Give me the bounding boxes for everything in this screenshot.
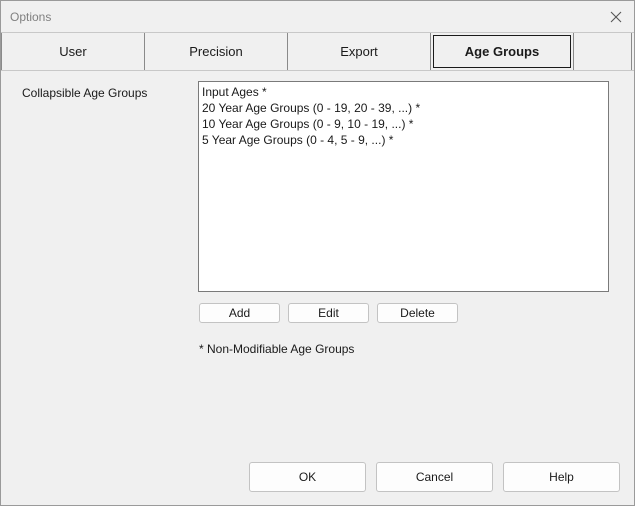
age-groups-listbox[interactable]: Input Ages * 20 Year Age Groups (0 - 19,… xyxy=(198,81,609,292)
cancel-button[interactable]: Cancel xyxy=(376,462,493,492)
age-groups-list: Input Ages * 20 Year Age Groups (0 - 19,… xyxy=(199,82,608,148)
close-icon xyxy=(610,11,622,23)
collapsible-age-groups-label: Collapsible Age Groups xyxy=(22,86,148,100)
options-dialog: Options User Precision Export Age Groups… xyxy=(0,0,635,506)
tab-label: Age Groups xyxy=(464,44,540,59)
age-groups-panel: Collapsible Age Groups Input Ages * 20 Y… xyxy=(1,70,634,505)
window-title: Options xyxy=(10,10,52,24)
list-item[interactable]: 10 Year Age Groups (0 - 9, 10 - 19, ...)… xyxy=(199,116,608,132)
tab-label: User xyxy=(59,44,87,59)
delete-button[interactable]: Delete xyxy=(377,303,458,323)
list-item[interactable]: 20 Year Age Groups (0 - 19, 20 - 39, ...… xyxy=(199,100,608,116)
tab-age-groups[interactable]: Age Groups xyxy=(431,33,574,70)
list-item[interactable]: Input Ages * xyxy=(199,84,608,100)
tab-user[interactable]: User xyxy=(1,33,145,70)
non-modifiable-note: * Non-Modifiable Age Groups xyxy=(199,342,355,356)
tab-label: Export xyxy=(340,44,378,59)
help-button[interactable]: Help xyxy=(503,462,620,492)
ok-button[interactable]: OK xyxy=(249,462,366,492)
tab-strip-spacer xyxy=(574,33,632,70)
tab-export[interactable]: Export xyxy=(288,33,431,70)
tab-precision[interactable]: Precision xyxy=(145,33,288,70)
tab-focus-frame: Age Groups xyxy=(433,35,571,68)
title-bar: Options xyxy=(1,1,634,33)
list-item[interactable]: 5 Year Age Groups (0 - 4, 5 - 9, ...) * xyxy=(199,132,608,148)
tab-strip: User Precision Export Age Groups xyxy=(1,32,634,71)
edit-button[interactable]: Edit xyxy=(288,303,369,323)
close-button[interactable] xyxy=(602,5,630,29)
tab-label: Precision xyxy=(189,44,243,59)
add-button[interactable]: Add xyxy=(199,303,280,323)
